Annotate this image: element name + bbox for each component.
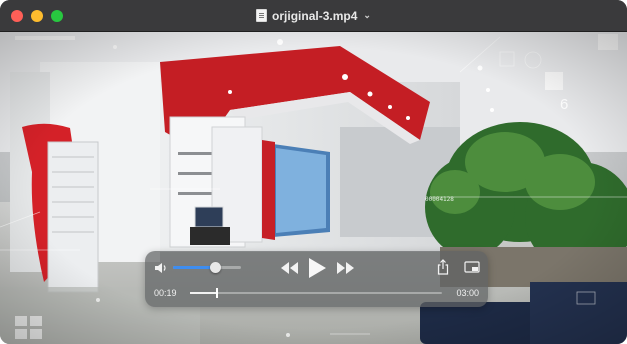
volume-slider[interactable] <box>173 262 241 273</box>
play-button[interactable] <box>305 256 329 280</box>
title-bar[interactable]: orjiginal-3.mp4 ⌄ <box>0 0 627 32</box>
volume-icon[interactable] <box>154 262 168 274</box>
video-frame[interactable]: 6 00004128 00:19 03:00 <box>0 32 627 344</box>
playback-controls: 00:19 03:00 <box>145 251 488 307</box>
picture-in-picture-icon <box>464 261 480 273</box>
rewind-button[interactable] <box>280 259 300 277</box>
fast-forward-icon <box>337 262 354 274</box>
fullscreen-window-button[interactable] <box>51 10 63 22</box>
window-title-text: orjiginal-3.mp4 <box>272 8 358 23</box>
chevron-down-icon[interactable]: ⌄ <box>363 10 371 21</box>
current-time: 00:19 <box>154 288 177 298</box>
share-icon <box>437 259 449 275</box>
volume-knob[interactable] <box>210 262 222 273</box>
playhead[interactable] <box>215 288 218 298</box>
progress-bar[interactable] <box>190 288 442 298</box>
picture-in-picture-button[interactable] <box>463 260 481 274</box>
overlay-number: 6 <box>560 96 569 113</box>
progress-fill <box>190 292 217 294</box>
total-time: 03:00 <box>456 288 479 298</box>
volume-level <box>173 266 216 269</box>
fast-forward-button[interactable] <box>335 259 355 277</box>
document-icon <box>256 9 268 22</box>
window-controls <box>11 10 63 22</box>
window-title[interactable]: orjiginal-3.mp4 ⌄ <box>256 9 371 23</box>
overlay-code: 00004128 <box>425 196 454 203</box>
rewind-icon <box>281 262 298 274</box>
share-button[interactable] <box>435 257 451 277</box>
close-window-button[interactable] <box>11 10 23 22</box>
play-icon <box>309 258 326 278</box>
player-window: orjiginal-3.mp4 ⌄ 6 00004128 00:19 03:00 <box>0 0 627 344</box>
minimize-window-button[interactable] <box>31 10 43 22</box>
